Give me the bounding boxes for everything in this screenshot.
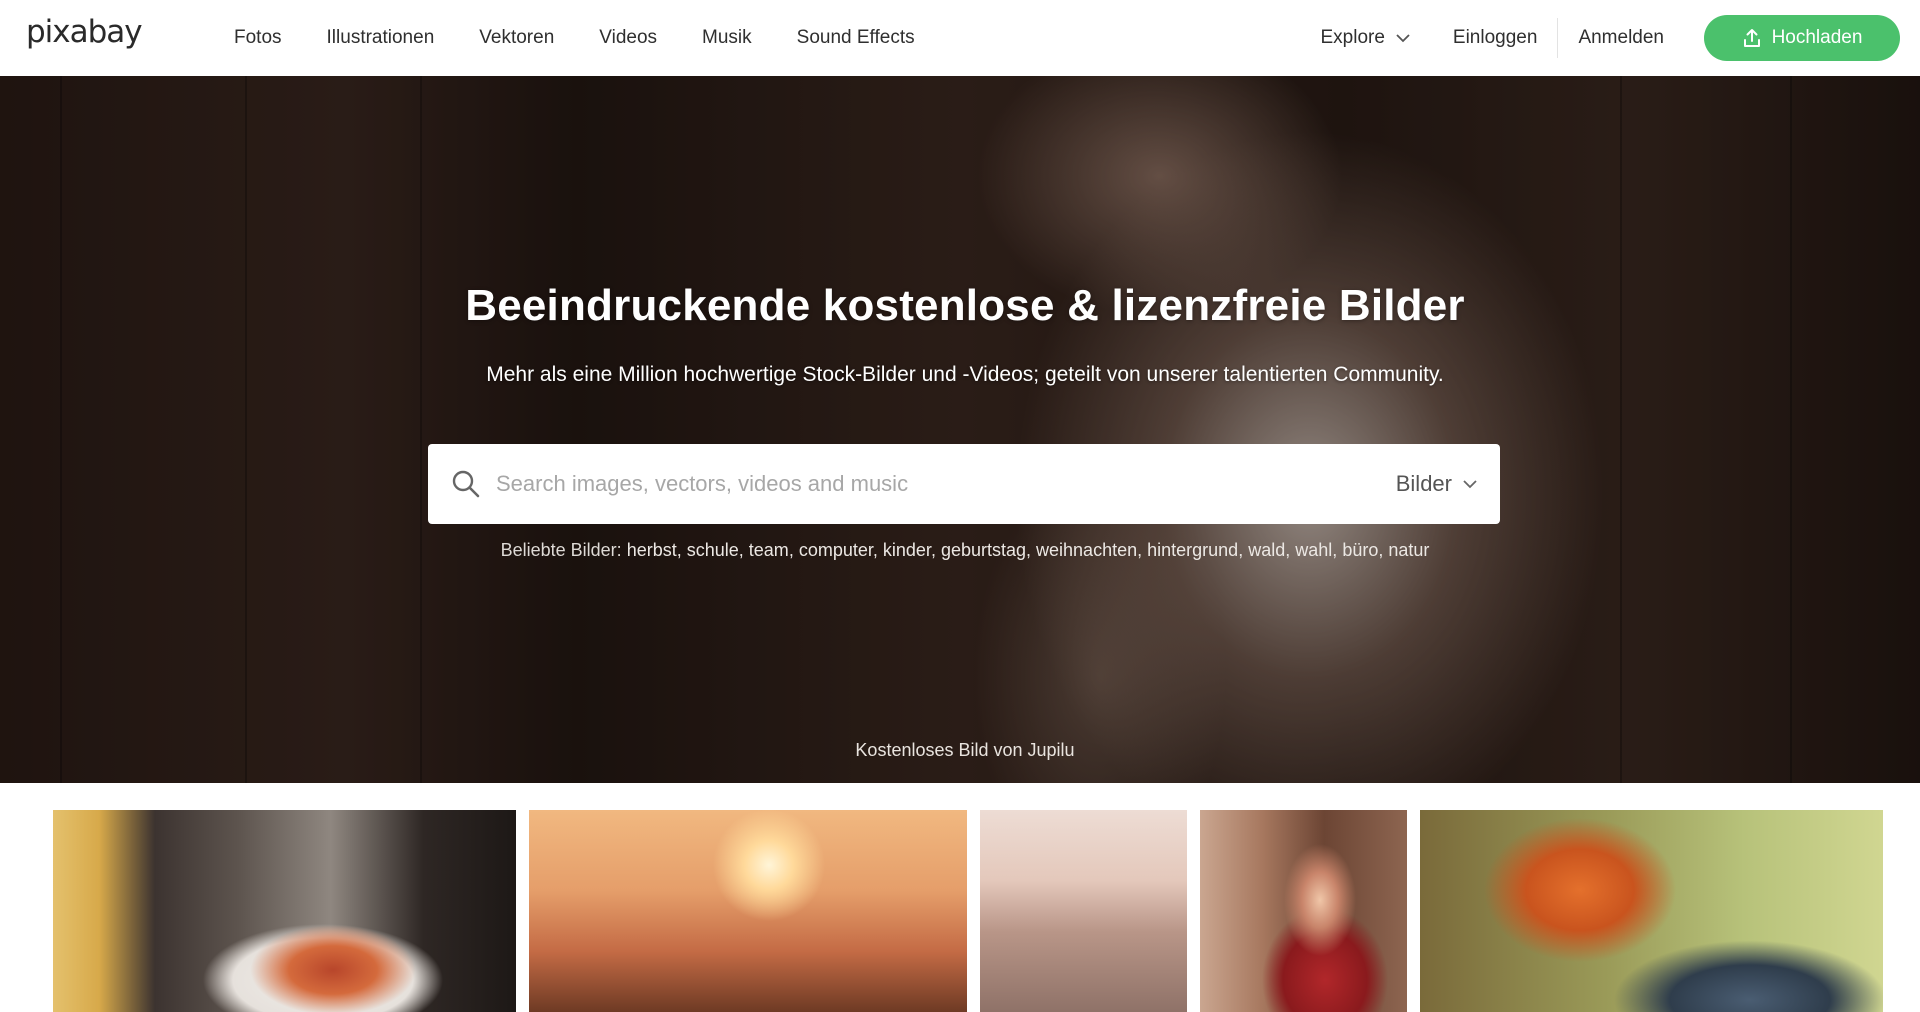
account-nav: Explore Einloggen Anmelden Hochladen (1320, 0, 1900, 76)
search-input[interactable] (496, 462, 1296, 506)
nav-item-sound-effects[interactable]: Sound Effects (797, 27, 915, 49)
nav-item-illustrationen[interactable]: Illustrationen (327, 27, 435, 49)
hero-banner: Beeindruckende kostenlose & lizenzfreie … (0, 76, 1920, 783)
signup-link[interactable]: Anmelden (1578, 27, 1664, 49)
popular-tag[interactable]: herbst (627, 540, 677, 560)
popular-tag[interactable]: natur (1388, 540, 1429, 560)
upload-icon (1743, 29, 1760, 47)
explore-label: Explore (1320, 27, 1385, 48)
media-type-dropdown[interactable]: Bilder (1396, 444, 1478, 524)
image-thumbnail-mountains[interactable] (980, 810, 1187, 1012)
upload-label: Hochladen (1771, 27, 1863, 48)
image-thumbnail-sunset[interactable] (529, 810, 967, 1012)
image-grid (53, 810, 1883, 1012)
popular-tag[interactable]: hintergrund (1147, 540, 1238, 560)
nav-divider (1557, 18, 1559, 58)
top-navigation-bar: pixabay Fotos Illustrationen Vektoren Vi… (0, 0, 1920, 76)
pixabay-logo[interactable]: pixabay (26, 14, 143, 50)
upload-button[interactable]: Hochladen (1704, 15, 1900, 61)
hero-overlay (0, 76, 1920, 783)
hero-subtitle: Mehr als eine Million hochwertige Stock-… (486, 363, 1444, 386)
search-icon[interactable] (450, 468, 482, 500)
popular-tag[interactable]: schule (687, 540, 739, 560)
image-credit[interactable]: Kostenloses Bild von Jupilu (0, 740, 1920, 761)
nav-item-vektoren[interactable]: Vektoren (479, 27, 554, 49)
popular-tag[interactable]: kinder (883, 540, 931, 560)
popular-tag[interactable]: team (749, 540, 789, 560)
main-nav: Fotos Illustrationen Vektoren Videos Mus… (234, 0, 960, 76)
explore-menu-button[interactable]: Explore (1320, 27, 1410, 49)
image-thumbnail-lizard[interactable] (1420, 810, 1883, 1012)
popular-tag[interactable]: büro (1342, 540, 1378, 560)
popular-tag[interactable]: wahl (1295, 540, 1332, 560)
nav-item-fotos[interactable]: Fotos (234, 27, 282, 49)
login-link[interactable]: Einloggen (1453, 27, 1538, 49)
nav-item-musik[interactable]: Musik (702, 27, 752, 49)
popular-tag[interactable]: geburtstag (941, 540, 1026, 560)
image-thumbnail-portrait[interactable] (1200, 810, 1407, 1012)
popular-tag[interactable]: weihnachten (1036, 540, 1137, 560)
search-bar: Bilder (428, 444, 1500, 524)
nav-item-videos[interactable]: Videos (599, 27, 657, 49)
image-thumbnail-pasta[interactable] (53, 810, 516, 1012)
popular-label: Beliebte Bilder: (500, 540, 622, 560)
popular-tag[interactable]: computer (799, 540, 873, 560)
chevron-down-icon (1463, 480, 1477, 489)
media-type-selected: Bilder (1395, 471, 1452, 496)
chevron-down-icon (1396, 34, 1410, 43)
hero-title: Beeindruckende kostenlose & lizenzfreie … (465, 281, 1465, 330)
popular-tag[interactable]: wald (1248, 540, 1285, 560)
popular-searches: Beliebte Bilder: herbst, schule, team, c… (500, 540, 1430, 560)
